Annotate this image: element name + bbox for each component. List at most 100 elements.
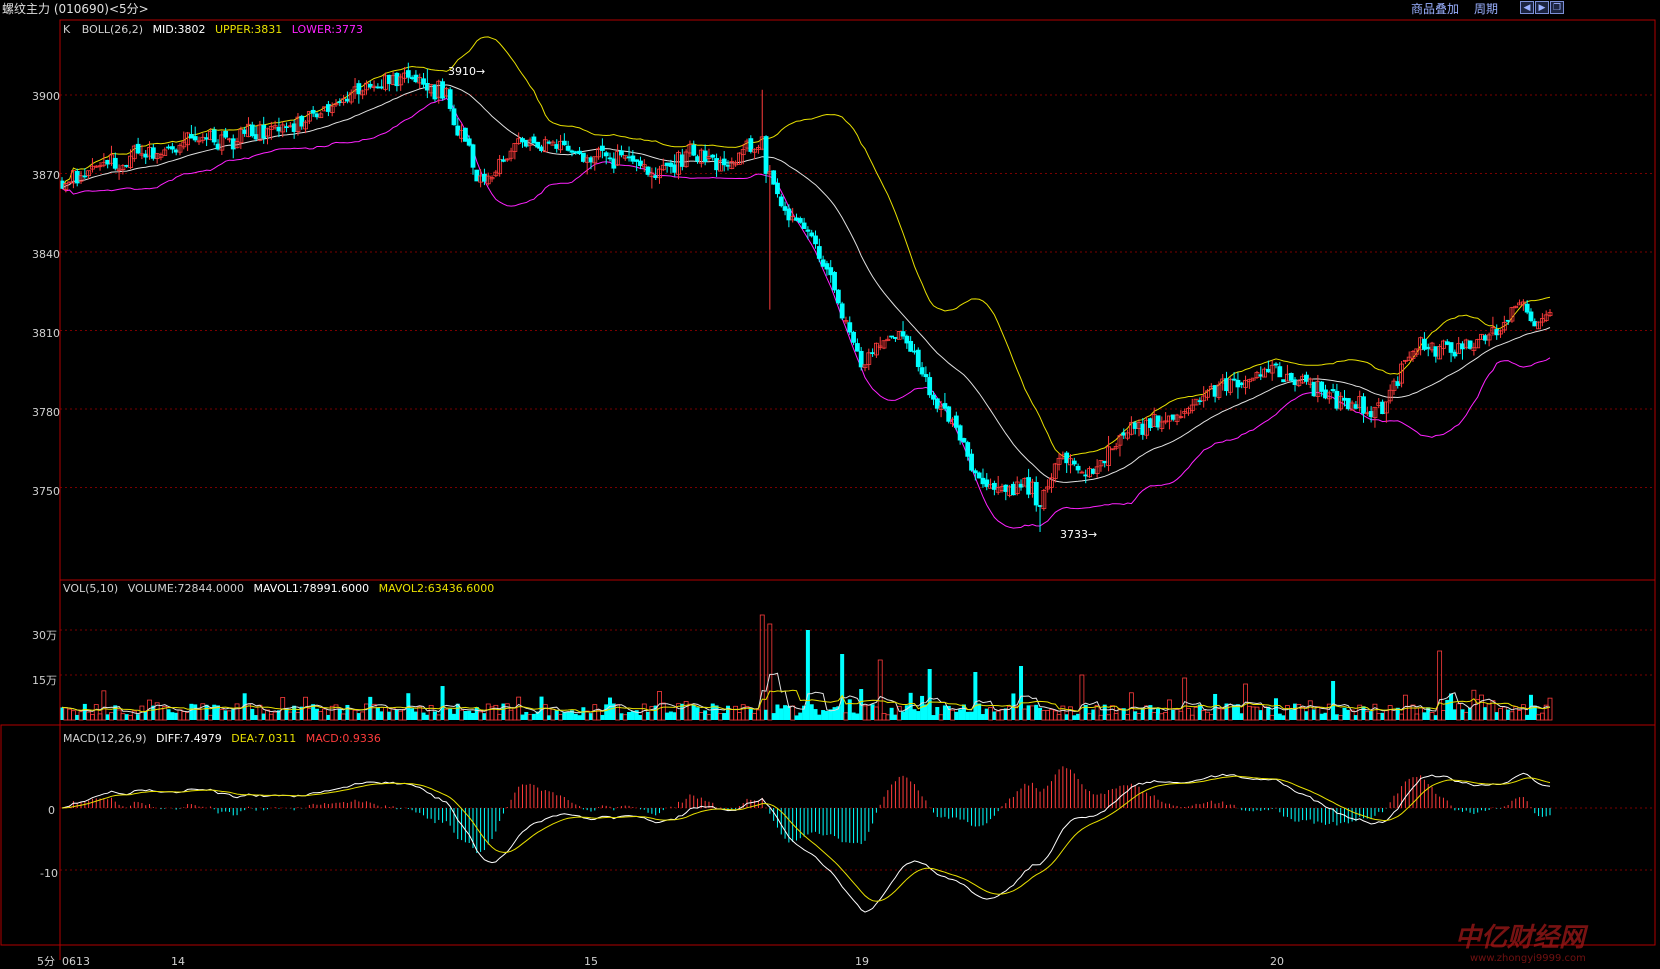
volume-bar [950,709,955,721]
volume-bar [698,712,704,721]
candle-body [249,124,255,137]
volume-bar [1266,706,1271,720]
volume-bar [78,711,84,721]
volume-bar [1178,710,1184,721]
volume-bar [824,710,829,720]
candle-body [386,74,392,85]
candle-body [314,113,320,118]
candle-body [310,109,316,114]
x-tick-label: 20 [1270,955,1284,968]
volume-bar [1193,707,1199,721]
volume-bar [1346,709,1351,720]
volume-bar [1052,710,1058,721]
candle-body [858,350,864,368]
volume-bar [86,711,92,721]
volume-bar [1072,715,1077,720]
y-tick-label: 3780 [32,406,60,419]
volume-bar [885,714,891,721]
candle-body [969,453,974,471]
volume-bar [641,703,647,721]
candle-body [832,271,837,291]
volume-bar [748,707,753,720]
volume-bar [1361,706,1366,720]
volume-bar [1220,708,1226,721]
legend-volume: VOLUME:72844.0000 [128,582,244,595]
boll-lower-line [61,97,1551,529]
candle-body [394,72,400,87]
y-axis-labels: 3900 3870 3840 3810 3780 3750 30万 15万 0 … [32,90,60,880]
candle-body [325,104,331,112]
candle-body [919,367,925,375]
volume-bar [965,711,970,720]
volume-bar [1201,710,1207,721]
volume-bar [554,710,559,720]
candle-body [1368,411,1374,418]
boll-legend: K BOLL(26,2) MID:3802 UPPER:3831 LOWER:3… [63,23,363,36]
candle-body [912,350,917,353]
volume-bar [1506,709,1511,720]
candle-body [1064,452,1070,464]
volume-bar [448,708,453,720]
candle-body [356,83,362,95]
volume-bar [318,711,324,721]
candle-body [59,180,65,189]
candle-body [835,289,841,304]
volume-bar [581,707,586,720]
volume-bar [1468,707,1473,720]
volume-bar [843,712,849,721]
volume-bar [356,713,361,720]
volume-bar [185,712,190,721]
volume-bar [219,708,225,721]
candle-body [1494,329,1500,336]
volume-bar [832,707,837,720]
volume-bar [1323,712,1328,720]
volume-bar [992,711,997,720]
candle-body [851,331,856,343]
candle-body [607,157,613,160]
candle-body [1334,390,1340,409]
candle-body [531,136,537,144]
legend-mavol2: MAVOL2:63436.6000 [379,582,495,595]
volume-bar [847,699,852,720]
candle-body [440,81,445,99]
candle-body [409,77,415,79]
kline-chart[interactable]: 3900 3870 3840 3810 3780 3750 30万 15万 0 … [0,0,1660,969]
volume-bar [1441,710,1446,721]
candle-body [1288,373,1294,381]
grid-lines [60,94,1655,871]
candle-body [1132,422,1138,429]
volume-bar [862,705,868,721]
volume-bar [1387,705,1393,721]
volume-bar [493,704,499,721]
candle-body [261,124,267,139]
candle-body [345,98,350,102]
candle-body [1460,343,1465,350]
volume-bar [1304,711,1309,720]
volume-bar [931,715,936,720]
volume-bar [840,654,845,720]
legend-lower: LOWER:3773 [292,23,363,36]
macd-legend: MACD(12,26,9) DIFF:7.4979 DEA:7.0311 MAC… [63,732,381,745]
volume-bar [272,711,278,721]
volume-bar [485,703,491,721]
volume-bar [341,713,347,721]
volume-bar [1376,713,1382,721]
candle-body [976,472,982,479]
volume-bar [223,710,228,720]
volume-bar [504,703,510,721]
volume-bar [166,709,171,720]
volume-bar [1383,710,1389,721]
volume-bar [508,709,514,721]
candle-body [915,349,921,368]
volume-bar [383,707,388,721]
volume-bar [512,707,518,721]
x-tick-label: 19 [855,955,869,968]
volume-bar [189,703,194,720]
candle-body [169,146,175,150]
volume-bar [1285,705,1290,721]
volume-bar [1019,666,1024,720]
candle-body [984,479,990,487]
volume-bar [143,710,148,720]
volume-bar [1536,714,1541,721]
volume-bar [109,712,114,721]
